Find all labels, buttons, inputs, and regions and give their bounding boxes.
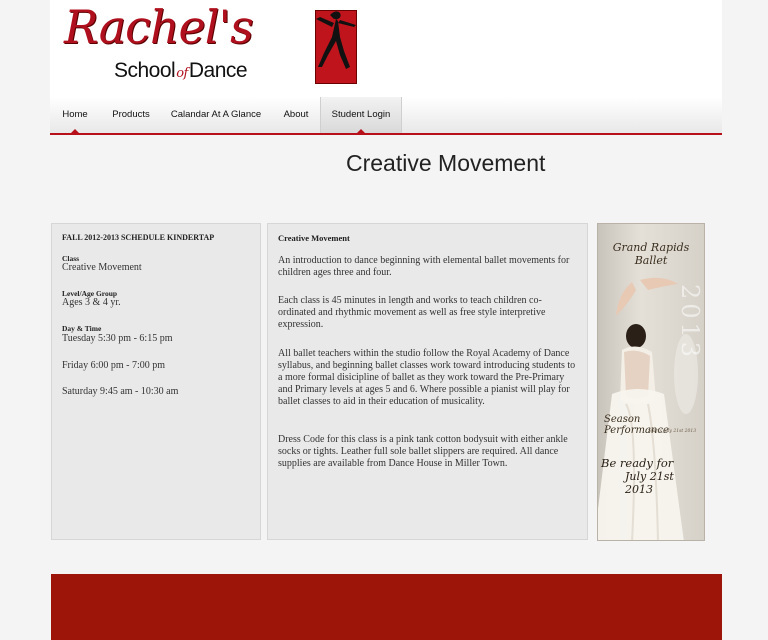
description-paragraph: Each class is 45 minutes in length and w…: [278, 295, 546, 330]
active-marker-icon: [69, 129, 81, 135]
class-value: Creative Movement: [62, 262, 142, 273]
age-value: Ages 3 & 4 yr.: [62, 297, 121, 308]
page-title: Creative Movement: [346, 150, 546, 176]
nav-student-login-label: Student Login: [331, 109, 391, 120]
dancer-logo-icon: [315, 10, 357, 84]
schedule-heading: FALL 2012-2013 SCHEDULE KINDERTAP: [62, 233, 215, 242]
nav-products-label: Products: [112, 109, 150, 120]
nav-home[interactable]: Home: [50, 97, 100, 135]
footer-band: [51, 574, 722, 640]
main-nav: Home Products Calandar At A Glance About…: [50, 97, 722, 135]
logo-subtitle: SchoolofDance: [114, 59, 248, 83]
schedule-panel: FALL 2012-2013 SCHEDULE KINDERTAP Class …: [51, 223, 261, 540]
poster-date: July 21st 2013: [625, 470, 674, 496]
nav-calendar[interactable]: Calandar At A Glance: [165, 97, 267, 133]
poster-year: 2013: [676, 284, 704, 362]
nav-home-label: Home: [62, 109, 88, 120]
nav-products[interactable]: Products: [105, 97, 157, 133]
description-heading: Creative Movement: [278, 233, 350, 243]
logo-dance: Dance: [188, 59, 248, 82]
login-marker-icon: [355, 129, 367, 135]
logo-script-text: Rachel's: [64, 0, 254, 54]
time-slot: Friday 6:00 pm - 7:00 pm: [62, 360, 166, 371]
nav-about-label: About: [283, 109, 309, 120]
header-bar: Rachel's SchoolofDance: [50, 0, 722, 97]
poster-ready: Be ready for: [601, 456, 674, 470]
ballet-poster[interactable]: Grand Rapids Ballet 2013 Season Performa…: [597, 223, 705, 541]
poster-title: Grand Rapids Ballet: [612, 241, 690, 267]
nav-about[interactable]: About: [275, 97, 317, 133]
logo-school: School: [114, 59, 176, 82]
site-logo[interactable]: Rachel's SchoolofDance: [64, 0, 357, 86]
poster-starts: Starts July 21st 2013: [648, 429, 697, 434]
time-slot: Tuesday 5:30 pm - 6:15 pm: [62, 333, 173, 344]
header: Rachel's SchoolofDance: [0, 0, 768, 97]
logo-of: of: [176, 66, 188, 81]
time-slot: Saturday 9:45 am - 10:30 am: [62, 386, 179, 397]
time-label: Day & Time: [62, 324, 102, 333]
description-paragraph: All ballet teachers within the studio fo…: [278, 348, 576, 407]
nav-calendar-label: Calandar At A Glance: [170, 109, 262, 120]
nav-student-login[interactable]: Student Login: [320, 97, 402, 135]
description-paragraph: An introduction to dance beginning with …: [278, 255, 570, 278]
description-paragraph: Dress Code for this class is a pink tank…: [278, 434, 568, 469]
description-panel: Creative Movement An introduction to dan…: [267, 223, 588, 540]
